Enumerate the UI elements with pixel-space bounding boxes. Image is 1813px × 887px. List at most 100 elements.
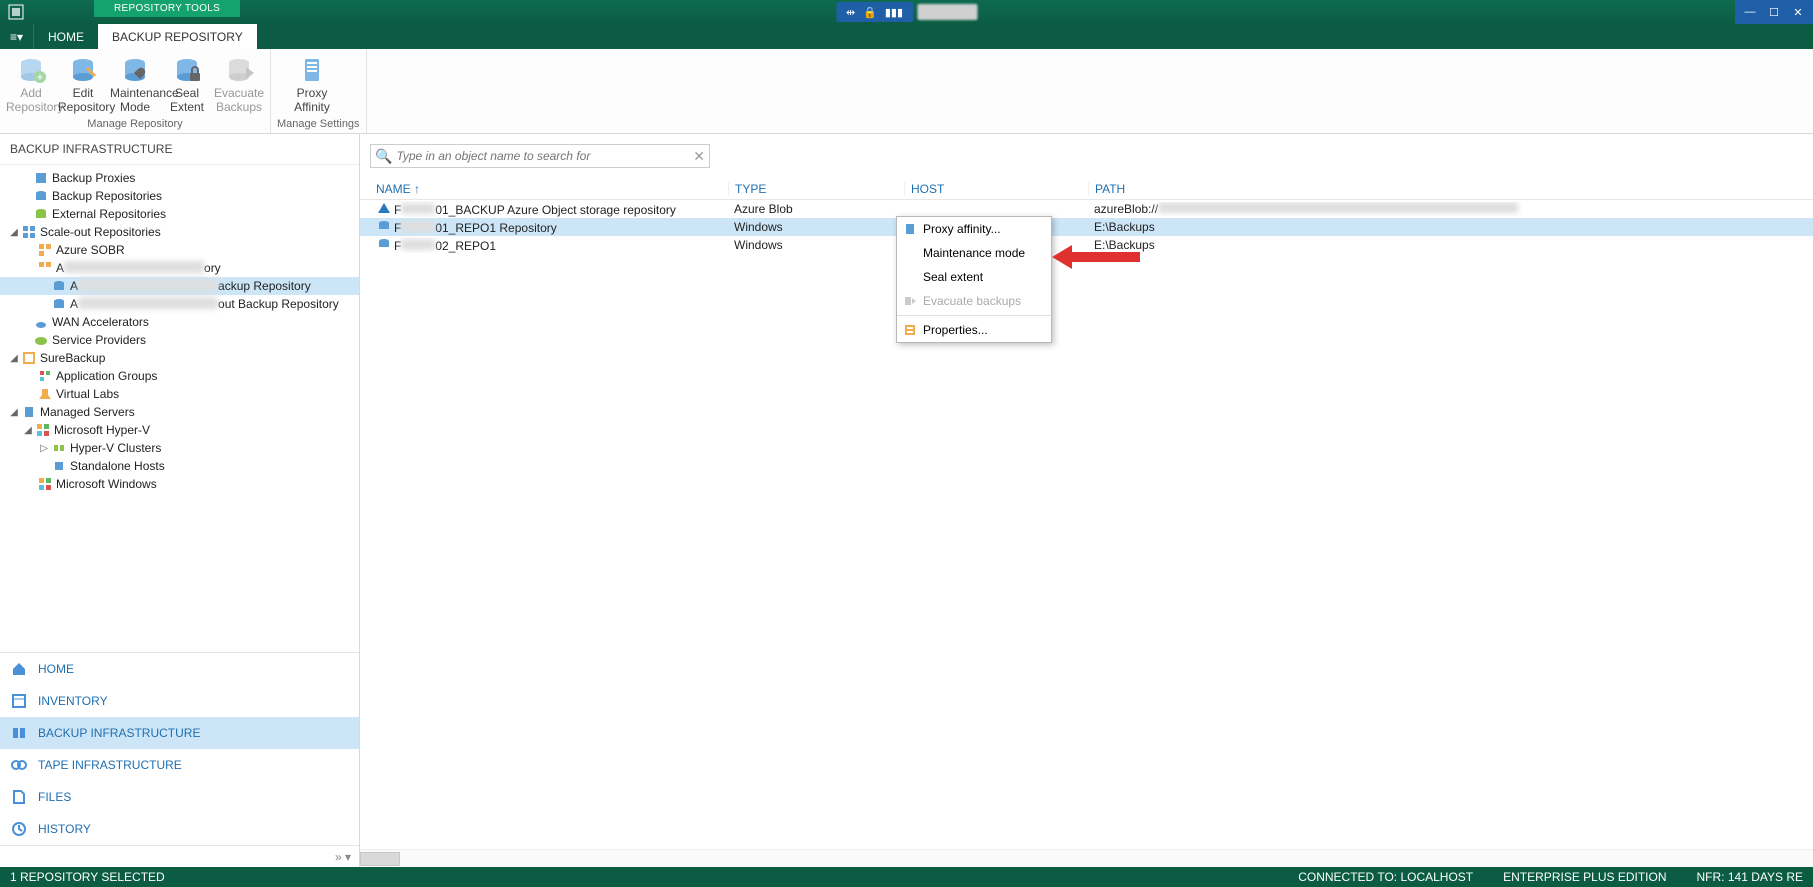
history-icon: [10, 820, 28, 838]
ribbon-tabs: ≡▾ HOME BACKUP REPOSITORY: [0, 24, 1813, 49]
tree-sobr-item-selected[interactable]: A ackup Repository: [0, 277, 359, 295]
sobr-icon: [36, 242, 54, 258]
title-text-blurred: [917, 4, 977, 20]
nav-tape-infrastructure[interactable]: TAPE INFRASTRUCTURE: [0, 749, 359, 781]
ribbon-group-manage-settings: ProxyAffinity Manage Settings: [271, 49, 367, 133]
status-license: NFR: 141 DAYS RE: [1697, 870, 1803, 884]
database-evacuate-icon: [214, 53, 264, 87]
tree-scaleout-repositories[interactable]: ◢ Scale-out Repositories: [0, 223, 359, 241]
minimize-button[interactable]: —: [1743, 5, 1757, 19]
nav-overflow[interactable]: » ▾: [0, 845, 359, 867]
infra-icon: [10, 724, 28, 742]
tree-sobr-item[interactable]: A out Backup Repository: [0, 295, 359, 313]
tree-service-providers[interactable]: Service Providers: [0, 331, 359, 349]
collapse-icon[interactable]: ◢: [8, 227, 20, 238]
tree-backup-proxies[interactable]: Backup Proxies: [0, 169, 359, 187]
search-bar: 🔍 ✕: [360, 134, 1813, 178]
statusbar: 1 REPOSITORY SELECTED CONNECTED TO: LOCA…: [0, 867, 1813, 887]
tab-home[interactable]: HOME: [34, 24, 98, 49]
search-box: 🔍 ✕: [370, 144, 710, 168]
collapse-icon[interactable]: ◢: [8, 353, 20, 364]
sidebar-title: BACKUP INFRASTRUCTURE: [0, 134, 359, 165]
svg-text:+: +: [36, 70, 43, 84]
menu-seal-extent[interactable]: Seal extent: [897, 265, 1051, 289]
quick-access: ⇹ 🔒 ▮▮▮: [836, 2, 913, 22]
tree-external-repositories[interactable]: External Repositories: [0, 205, 359, 223]
database-wrench-icon: [110, 53, 160, 87]
grid-row[interactable]: F 01_BACKUP Azure Object storage reposit…: [360, 200, 1813, 218]
tree-application-groups[interactable]: Application Groups: [0, 367, 359, 385]
cluster-icon: [50, 440, 68, 456]
file-menu-button[interactable]: ≡▾: [0, 24, 34, 49]
properties-icon: [897, 323, 923, 337]
app-icon: [6, 2, 26, 22]
search-input[interactable]: [392, 149, 693, 163]
sidebar-nav: HOME INVENTORY BACKUP INFRASTRUCTURE TAP…: [0, 652, 359, 845]
repository-grid: NAME ↑ TYPE HOST PATH F 01_BACKUP Azure …: [360, 178, 1813, 849]
collapse-icon[interactable]: ◢: [22, 425, 34, 436]
tree-virtual-labs[interactable]: Virtual Labs: [0, 385, 359, 403]
tree-azure-sobr[interactable]: Azure SOBR: [0, 241, 359, 259]
tree-sobr-item[interactable]: A ory: [0, 259, 359, 277]
server-icon: [897, 222, 923, 236]
scrollbar-thumb[interactable]: [360, 852, 400, 866]
tape-icon: [10, 756, 28, 774]
nav-backup-infrastructure[interactable]: BACKUP INFRASTRUCTURE: [0, 717, 359, 749]
evacuate-icon: [897, 294, 923, 308]
clear-search-button[interactable]: ✕: [693, 148, 705, 165]
database-edit-icon: [58, 53, 108, 87]
tree-surebackup[interactable]: ◢ SureBackup: [0, 349, 359, 367]
repo-icon: [376, 237, 392, 251]
nav-home[interactable]: HOME: [0, 653, 359, 685]
menu-properties[interactable]: Properties...: [897, 318, 1051, 342]
pin-icon: ⇹: [846, 6, 855, 19]
grid-header: NAME ↑ TYPE HOST PATH: [360, 178, 1813, 200]
proxy-icon: [32, 170, 50, 186]
grid-row-selected[interactable]: F 01_REPO1 Repository Windows 01 E:\Back…: [360, 218, 1813, 236]
menu-evacuate-backups: Evacuate backups: [897, 289, 1051, 313]
column-path[interactable]: PATH: [1088, 182, 1813, 196]
menu-proxy-affinity[interactable]: Proxy affinity...: [897, 217, 1051, 241]
window-controls: — ☐ ✕: [1735, 0, 1813, 24]
column-name[interactable]: NAME ↑: [370, 182, 728, 196]
home-icon: [10, 660, 28, 678]
status-edition: ENTERPRISE PLUS EDITION: [1503, 870, 1666, 884]
tree-wan-accelerators[interactable]: WAN Accelerators: [0, 313, 359, 331]
edit-repository-button[interactable]: EditRepository: [58, 51, 108, 115]
status-selection: 1 REPOSITORY SELECTED: [10, 870, 165, 884]
nav-inventory[interactable]: INVENTORY: [0, 685, 359, 717]
contextual-tab-label: REPOSITORY TOOLS: [94, 0, 240, 17]
tree-hyperv-clusters[interactable]: ▷ Hyper-V Clusters: [0, 439, 359, 457]
vlab-icon: [36, 386, 54, 402]
proxy-affinity-button[interactable]: ProxyAffinity: [277, 51, 347, 115]
database-lock-icon: [162, 53, 212, 87]
horizontal-scrollbar[interactable]: [360, 849, 1813, 867]
tree-backup-repositories[interactable]: Backup Repositories: [0, 187, 359, 205]
tab-backup-repository[interactable]: BACKUP REPOSITORY: [98, 24, 257, 49]
column-type[interactable]: TYPE: [728, 182, 904, 196]
column-host[interactable]: HOST: [904, 182, 1088, 196]
wan-icon: [32, 314, 50, 330]
sobr-icon: [36, 260, 54, 276]
signal-icon: ▮▮▮: [885, 6, 903, 19]
nav-files[interactable]: FILES: [0, 781, 359, 813]
menu-maintenance-mode[interactable]: Maintenance mode: [897, 241, 1051, 265]
nav-history[interactable]: HISTORY: [0, 813, 359, 845]
collapse-icon[interactable]: ◢: [8, 407, 20, 418]
tree-ms-windows[interactable]: Microsoft Windows: [0, 475, 359, 493]
seal-extent-button[interactable]: SealExtent: [162, 51, 212, 115]
ribbon-group-label: Manage Repository: [6, 116, 264, 133]
tree-managed-servers[interactable]: ◢ Managed Servers: [0, 403, 359, 421]
close-button[interactable]: ✕: [1791, 5, 1805, 19]
appgroup-icon: [36, 368, 54, 384]
windows-icon: [36, 476, 54, 492]
sidebar: BACKUP INFRASTRUCTURE Backup Proxies Bac…: [0, 134, 360, 867]
expand-icon[interactable]: ▷: [38, 443, 50, 454]
tree-hyperv[interactable]: ◢ Microsoft Hyper-V: [0, 421, 359, 439]
maintenance-mode-button[interactable]: MaintenanceMode: [110, 51, 160, 115]
server-icon: [20, 404, 38, 420]
tree-standalone-hosts[interactable]: Standalone Hosts: [0, 457, 359, 475]
menu-separator: [897, 315, 1051, 316]
add-repository-button: + AddRepository: [6, 51, 56, 115]
maximize-button[interactable]: ☐: [1767, 5, 1781, 19]
